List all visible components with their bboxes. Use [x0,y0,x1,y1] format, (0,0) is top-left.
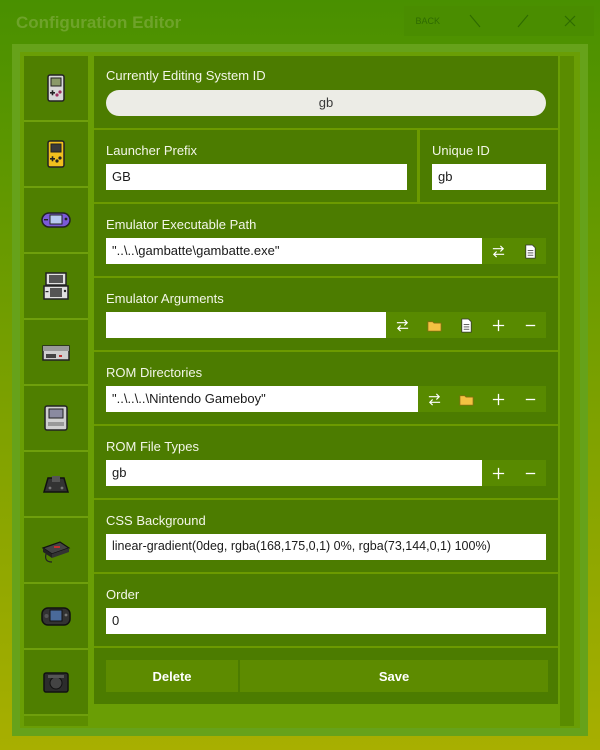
remove-button[interactable] [514,312,546,338]
emulator-path-section: Emulator Executable Path "..\..\gambatte… [94,204,558,276]
sidebar-item-nes[interactable] [24,320,88,386]
window-controls: BACK [404,6,594,36]
unique-id-label: Unique ID [432,143,490,158]
rom-types-section: ROM File Types gb [94,426,558,498]
nes-console-icon [42,345,70,361]
close-button[interactable] [547,6,595,36]
sidebar-item-nintendo-ds[interactable] [24,254,88,320]
gameboy-color-icon [47,140,65,168]
swap-icon [428,392,440,406]
order-input[interactable]: 0 [106,608,546,634]
sidebar-item-gameboy-advance[interactable] [24,188,88,254]
emulator-args-section: Emulator Arguments [94,278,558,350]
actions-section: Delete Save [94,648,558,704]
snes-console-icon [44,405,68,431]
genesis-console-icon [41,541,71,563]
system-id-label: Currently Editing System ID [106,68,266,83]
rom-dirs-buttons [418,386,546,412]
folder-icon [459,394,473,405]
rom-types-label: ROM File Types [106,439,199,454]
n64-console-icon [43,476,69,493]
sega-console-icon [43,672,69,693]
folder-button[interactable] [450,386,482,412]
sidebar-item-snes[interactable] [24,386,88,452]
save-button[interactable]: Save [240,660,548,692]
swap-button[interactable] [418,386,450,412]
css-background-input[interactable]: linear-gradient(0deg, rgba(168,175,0,1) … [106,534,546,560]
sidebar-item-gameboy[interactable] [24,56,88,122]
game-gear-icon [41,607,71,626]
order-section: Order 0 [94,574,558,646]
emulator-path-input[interactable]: "..\..\gambatte\gambatte.exe" [106,238,482,264]
minimize-button[interactable] [452,6,500,36]
emulator-args-buttons [386,312,546,338]
file-icon [460,318,472,332]
launcher-prefix-label: Launcher Prefix [106,143,198,158]
emulator-args-input[interactable] [106,312,386,338]
back-button[interactable]: BACK [404,6,452,36]
add-button[interactable] [482,312,514,338]
swap-button[interactable] [386,312,418,338]
plus-icon [492,393,504,405]
maximize-icon [517,14,529,28]
emulator-path-buttons [482,238,546,264]
plus-icon [492,467,504,479]
css-background-label: CSS Background [106,513,206,528]
minus-icon [525,398,535,400]
emulator-args-label: Emulator Arguments [106,291,224,306]
add-button[interactable] [482,460,514,486]
folder-icon [427,320,441,331]
remove-button[interactable] [514,460,546,486]
swap-icon [396,318,408,332]
title-bar: Configuration Editor BACK [0,0,600,44]
add-button[interactable] [482,386,514,412]
emulator-path-label: Emulator Executable Path [106,217,257,232]
app-title: Configuration Editor [16,13,182,32]
minus-icon [525,324,535,326]
unique-id-section: Unique ID gb [420,130,558,202]
minus-icon [525,472,535,474]
swap-button[interactable] [482,238,514,264]
remove-button[interactable] [514,386,546,412]
rom-types-input[interactable]: gb [106,460,482,486]
css-background-section: CSS Background linear-gradient(0deg, rgb… [94,500,558,572]
gameboy-advance-icon [41,212,71,228]
folder-button[interactable] [418,312,450,338]
launcher-prefix-section: Launcher Prefix GB [94,130,417,202]
rom-dirs-input[interactable]: "..\..\..\Nintendo Gameboy" [106,386,418,412]
rom-dirs-section: ROM Directories "..\..\..\Nintendo Gameb… [94,352,558,424]
file-button[interactable] [514,238,546,264]
sidebar-item-game-gear[interactable] [24,584,88,650]
swap-icon [492,244,504,258]
maximize-button[interactable] [499,6,547,36]
minimize-icon [469,14,481,28]
nintendo-ds-icon [43,272,69,300]
file-button[interactable] [450,312,482,338]
config-panel: Currently Editing System ID gb Launcher … [94,56,558,704]
unique-id-input[interactable]: gb [432,164,546,190]
system-id-section: Currently Editing System ID gb [94,56,558,128]
scrollbar[interactable] [560,56,574,726]
sidebar-item-sega-console[interactable] [24,650,88,716]
plus-icon [492,319,504,331]
close-icon [564,15,576,27]
sidebar-item-n64[interactable] [24,452,88,518]
sidebar-item-gameboy-color[interactable] [24,122,88,188]
rom-dirs-label: ROM Directories [106,365,203,380]
order-label: Order [106,587,140,602]
rom-types-buttons [482,460,546,486]
system-sidebar [24,56,88,726]
delete-button[interactable]: Delete [106,660,238,692]
launcher-prefix-input[interactable]: GB [106,164,407,190]
system-id-value: gb [106,90,546,116]
sidebar-item-genesis[interactable] [24,518,88,584]
gameboy-icon [47,74,65,102]
file-icon [524,244,536,258]
